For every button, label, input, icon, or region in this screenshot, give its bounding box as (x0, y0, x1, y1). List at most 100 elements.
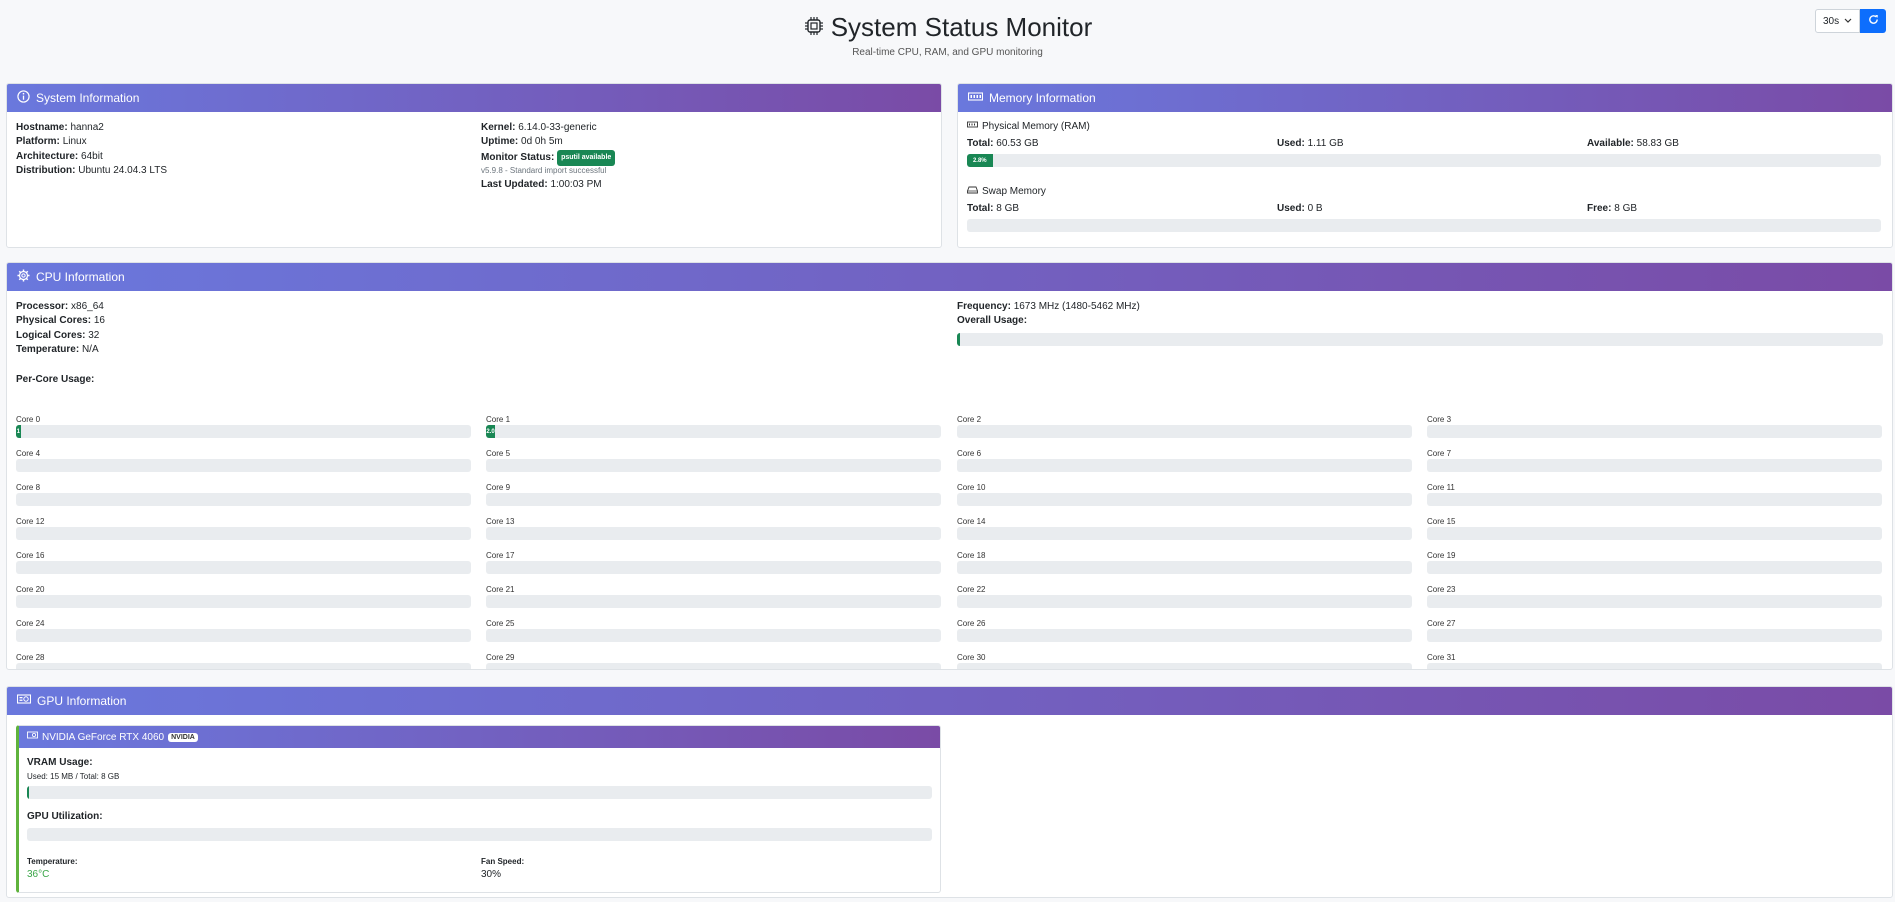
distribution-value: Ubuntu 24.04.3 LTS (78, 165, 167, 176)
hostname-row: Hostname: hanna2 (16, 122, 104, 133)
core-usage-item: Core 14 (957, 517, 1412, 547)
core-label: Core 4 (16, 449, 41, 458)
cpu-info-header: CPU Information (7, 263, 1892, 291)
core-progress-bar (1427, 595, 1882, 608)
gpu-info-header: GPU Information (7, 687, 1892, 715)
core-progress-bar (957, 493, 1412, 506)
core-usage-item: Core 29 (486, 653, 941, 669)
core-usage-item: Core 10 (957, 483, 1412, 513)
core-usage-item: Core 01 (16, 415, 471, 445)
system-info-title: System Information (36, 91, 140, 105)
page-subtitle: Real-time CPU, RAM, and GPU monitoring (852, 47, 1043, 58)
core-progress-bar (16, 527, 471, 540)
gpu-utilization-bar (27, 828, 932, 841)
core-label: Core 1 (486, 415, 511, 424)
swap-used-row: Used: 0 B (1277, 203, 1323, 214)
core-usage-item: Core 6 (957, 449, 1412, 479)
core-label: Core 17 (486, 551, 515, 560)
core-label: Core 9 (486, 483, 511, 492)
core-progress-bar (486, 459, 941, 472)
physical-cores-row: Physical Cores: 16 (16, 315, 105, 326)
core-progress-bar (16, 493, 471, 506)
core-progress-bar (16, 459, 471, 472)
core-progress-bar (486, 663, 941, 669)
swap-free-row: Free: 8 GB (1587, 203, 1638, 214)
cpu-chip-icon (803, 15, 825, 40)
architecture-row: Architecture: 64bit (16, 151, 103, 162)
core-progress-bar (1427, 561, 1882, 574)
refresh-button[interactable] (1860, 9, 1886, 33)
core-progress-bar (16, 663, 471, 669)
core-progress-bar (1427, 493, 1882, 506)
core-usage-item: Core 20 (16, 585, 471, 615)
core-progress-bar (1427, 629, 1882, 642)
core-usage-item: Core 3 (1427, 415, 1882, 445)
processor-value: x86_64 (71, 301, 104, 312)
fan-speed-label: Fan Speed: (481, 857, 525, 866)
import-note: v5.9.8 - Standard import successful (481, 166, 607, 175)
core-label: Core 26 (957, 619, 986, 628)
overall-usage-bar (957, 333, 1883, 346)
core-label: Core 15 (1427, 517, 1456, 526)
core-progress-bar (486, 595, 941, 608)
core-usage-item: Core 31 (1427, 653, 1882, 669)
hostname-value: hanna2 (70, 122, 104, 133)
core-progress-bar (486, 527, 941, 540)
core-usage-item: Core 28 (16, 653, 471, 669)
core-progress-bar (957, 663, 1412, 669)
core-progress-bar (1427, 527, 1882, 540)
core-label: Core 3 (1427, 415, 1452, 424)
core-label: Core 5 (486, 449, 511, 458)
vram-detail: Used: 15 MB / Total: 8 GB (27, 772, 120, 781)
refresh-interval-select[interactable]: 30s (1815, 9, 1860, 33)
swap-section-title: Swap Memory (967, 186, 1046, 197)
core-progress-bar (957, 629, 1412, 642)
core-usage-item: Core 27 (1427, 619, 1882, 649)
kernel-value: 6.14.0-33-generic (518, 122, 597, 133)
ram-available-value: 58.83 GB (1636, 138, 1679, 149)
core-progress-bar (957, 459, 1412, 472)
core-usage-item: Core 2 (957, 415, 1412, 445)
frequency-value: 1673 MHz (1480-5462 MHz) (1013, 301, 1140, 312)
swap-total-value: 8 GB (996, 203, 1020, 214)
per-core-usage-label: Per-Core Usage: (16, 374, 95, 385)
core-usage-item: Core 24 (16, 619, 471, 649)
cpu-info-title: CPU Information (36, 270, 125, 284)
cpu-gear-icon (17, 269, 30, 285)
core-usage-item: Core 26 (957, 619, 1412, 649)
page-header: System Status Monitor Real-time CPU, RAM… (0, 0, 1895, 80)
core-usage-item: Core 15 (1427, 517, 1882, 547)
gpu-card-icon (16, 694, 32, 708)
core-progress-bar (1427, 663, 1882, 669)
vram-progress-fill (27, 786, 29, 799)
core-usage-item: Core 4 (16, 449, 471, 479)
core-label: Core 27 (1427, 619, 1456, 628)
logical-cores-value: 32 (88, 330, 100, 341)
core-progress-fill: 2.0 (486, 425, 496, 438)
core-progress-bar (1427, 459, 1882, 472)
core-progress-bar (957, 527, 1412, 540)
core-usage-item: Core 22 (957, 585, 1412, 615)
core-progress-fill: 1 (16, 425, 21, 438)
core-usage-item: Core 13 (486, 517, 941, 547)
swap-used-value: 0 B (1307, 203, 1323, 214)
last-updated-value: 1:00:03 PM (550, 179, 602, 190)
gpu-temperature-label: Temperature: (27, 857, 78, 866)
core-usage-item: Core 19 (1427, 551, 1882, 581)
swap-free-value: 8 GB (1614, 203, 1638, 214)
platform-row: Platform: Linux (16, 136, 87, 147)
core-usage-item: Core 21 (486, 585, 941, 615)
distribution-row: Distribution: Ubuntu 24.04.3 LTS (16, 165, 167, 176)
core-label: Core 8 (16, 483, 41, 492)
core-usage-item: Core 5 (486, 449, 941, 479)
temperature-row: Temperature: N/A (16, 344, 99, 355)
info-icon (17, 90, 30, 106)
core-label: Core 12 (16, 517, 45, 526)
page-title: System Status Monitor (830, 12, 1093, 42)
core-progress-bar (957, 595, 1412, 608)
gpu-utilization-label: GPU Utilization: (27, 811, 103, 822)
gpu-temperature-value: 36°C (27, 869, 50, 880)
last-updated-row: Last Updated: 1:00:03 PM (481, 179, 602, 190)
vendor-badge: NVIDIA (168, 732, 198, 742)
overall-usage-label: Overall Usage: (957, 315, 1028, 326)
